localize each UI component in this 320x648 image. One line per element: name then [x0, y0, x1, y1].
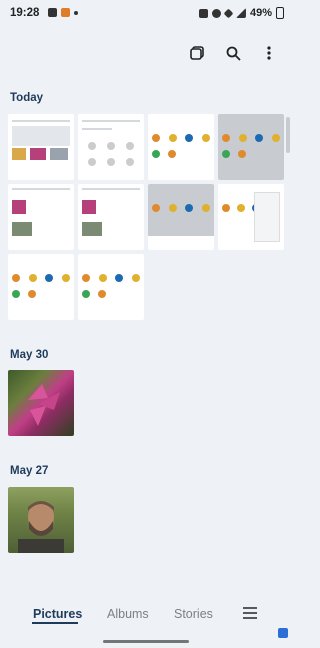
- screenshot-thumb[interactable]: [78, 254, 144, 320]
- hamburger-menu-icon[interactable]: [243, 607, 257, 622]
- search-icon[interactable]: [224, 44, 242, 62]
- top-toolbar: [188, 44, 278, 62]
- section-title-may-27: May 27: [10, 465, 49, 477]
- section-title-may-30: May 30: [10, 349, 49, 361]
- more-vertical-icon[interactable]: [260, 44, 278, 62]
- gesture-home-bar[interactable]: [103, 640, 189, 643]
- screenshot-thumb[interactable]: [78, 184, 144, 250]
- screenshot-thumb[interactable]: [148, 114, 214, 180]
- today-grid: [8, 114, 284, 324]
- tab-pictures[interactable]: Pictures: [33, 607, 82, 621]
- signal-icon: [235, 8, 246, 18]
- select-icon[interactable]: [188, 44, 206, 62]
- screenshot-thumb[interactable]: [78, 114, 144, 180]
- gallery-notification-icon: [48, 8, 57, 17]
- screenshot-thumb[interactable]: [8, 184, 74, 250]
- screenshot-thumb[interactable]: [8, 254, 74, 320]
- tab-albums[interactable]: Albums: [107, 607, 149, 621]
- app-notification-icon: [61, 8, 70, 17]
- notification-icons: [48, 8, 78, 17]
- cast-icon: [198, 8, 208, 18]
- screenshot-thumb[interactable]: [218, 114, 284, 180]
- status-time: 19:28: [10, 7, 40, 19]
- bottom-navigation: Pictures Albums Stories: [0, 600, 292, 630]
- scrollbar-handle[interactable]: [286, 117, 290, 153]
- notification-badge-icon: [278, 628, 288, 638]
- wifi-icon: [223, 8, 234, 18]
- system-icons: 49%: [198, 7, 284, 19]
- screenshot-thumb[interactable]: [218, 184, 284, 250]
- section-title-today: Today: [10, 92, 44, 104]
- bluetooth-icon: [211, 8, 221, 18]
- battery-icon: [276, 7, 284, 19]
- flower-photo[interactable]: [8, 370, 74, 436]
- screenshot-thumb[interactable]: [148, 184, 214, 250]
- battery-text: 49%: [249, 7, 272, 19]
- tab-stories[interactable]: Stories: [174, 607, 213, 621]
- portrait-photo[interactable]: [8, 487, 74, 553]
- active-tab-indicator: [32, 622, 78, 624]
- status-bar: 19:28 49%: [0, 0, 292, 28]
- dot-icon: [74, 10, 78, 15]
- screenshot-thumb[interactable]: [8, 114, 74, 180]
